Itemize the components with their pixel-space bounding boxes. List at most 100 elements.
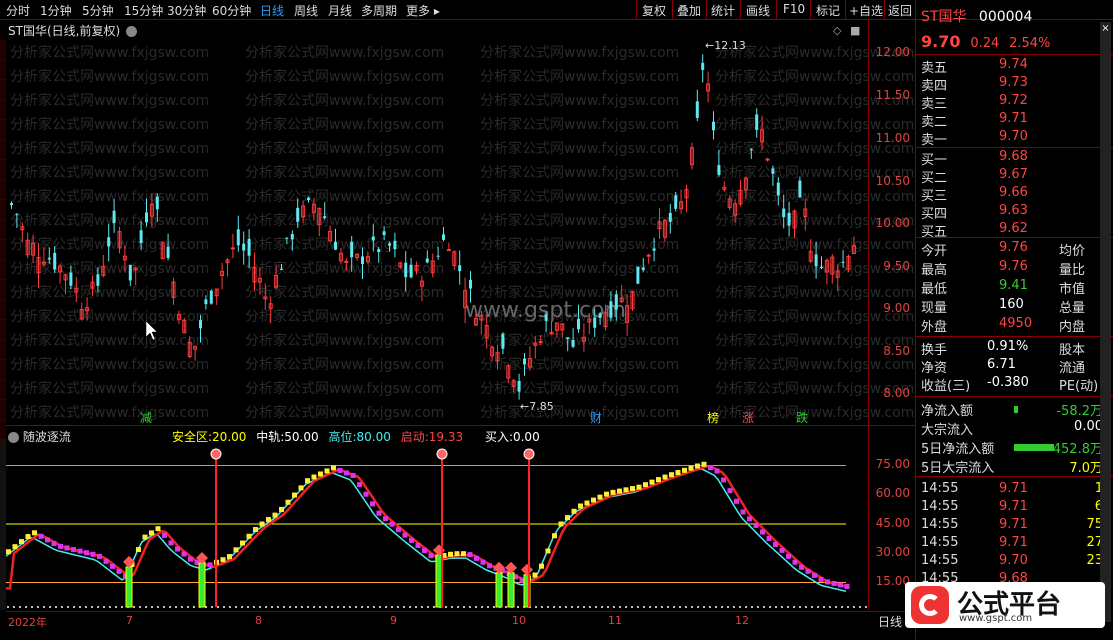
momentum-block (6, 549, 11, 555)
dropdown-icon[interactable] (125, 26, 137, 37)
chart-close-icon[interactable]: ■ (850, 24, 860, 37)
baseline-dot (109, 606, 111, 608)
baseline-dot (79, 606, 81, 608)
baseline-dot (223, 606, 225, 608)
sell-label: 卖一 (921, 133, 948, 148)
period-tab-15min[interactable]: 15分钟 (124, 2, 163, 19)
right-scrollbar[interactable]: × (1100, 22, 1111, 622)
momentum-block (344, 470, 349, 476)
buy-price: 9.66 (999, 185, 1028, 200)
candle-body (712, 121, 715, 131)
momentum-block (38, 533, 44, 539)
candle-body (798, 180, 802, 198)
event-marker-jian[interactable]: 减 (140, 409, 152, 426)
momentum-block (25, 534, 31, 540)
period-tab-60min[interactable]: 60分钟 (212, 2, 251, 19)
mark-button[interactable]: 标记 (816, 2, 840, 19)
candle-body (765, 158, 770, 161)
candle-body (771, 168, 775, 174)
baseline-dot (175, 606, 177, 608)
period-tab-daily[interactable]: 日线 (260, 2, 284, 19)
baseline-dot (649, 606, 651, 608)
candle-body (236, 229, 240, 246)
period-tab-weekly[interactable]: 周线 (294, 2, 318, 19)
momentum-block (747, 516, 752, 522)
baseline-dot (457, 606, 459, 608)
stat-row: 今开 9.76 均价 (921, 240, 1086, 259)
period-tab-multi[interactable]: 多周期 (361, 2, 397, 19)
baseline-dot (799, 606, 801, 608)
baseline-dot (811, 606, 813, 608)
buy-row: 买二 9.67 (921, 167, 1103, 186)
baseline-dot (49, 606, 51, 608)
baseline-dot (397, 606, 399, 608)
y-tick: 12.00 (875, 45, 910, 59)
y-tick: 8.00 (883, 386, 910, 400)
momentum-block (259, 521, 265, 527)
ind-y-tick: 45.00 (875, 516, 910, 530)
draw-button[interactable]: 画线 (746, 2, 770, 19)
start-signal-icon (436, 448, 448, 460)
baseline-dot (19, 606, 21, 608)
momentum-block (545, 548, 551, 554)
flow-value: 7.0万 (1069, 461, 1103, 476)
f10-button[interactable]: F10 (783, 2, 805, 16)
momentum-block (532, 572, 538, 578)
stats-button[interactable]: 统计 (711, 2, 735, 19)
momentum-block (298, 485, 304, 491)
momentum-block (428, 553, 434, 559)
candle-body (344, 260, 349, 263)
baseline-dot (487, 606, 489, 608)
candlestick-chart[interactable] (6, 38, 868, 423)
period-tab-5min[interactable]: 5分钟 (82, 2, 114, 19)
candle-body (577, 319, 580, 330)
period-tab-monthly[interactable]: 月线 (328, 2, 352, 19)
back-button[interactable]: 返回 (888, 2, 912, 19)
baseline-dot (805, 606, 807, 608)
baseline-dot (469, 606, 471, 608)
event-marker-die[interactable]: 跌 (796, 409, 808, 426)
buy-price: 9.63 (999, 203, 1028, 218)
momentum-block (844, 583, 850, 589)
event-marker-bang[interactable]: 榜 (707, 409, 719, 426)
candle-body (593, 317, 597, 328)
sell-price: 9.74 (999, 57, 1028, 72)
candle-body (307, 197, 310, 200)
event-marker-zhang[interactable]: 涨 (742, 409, 754, 426)
momentum-block (175, 546, 180, 552)
candle-body (776, 182, 780, 196)
baseline-dot (157, 606, 159, 608)
period-tab-more[interactable]: 更多 ▸ (406, 2, 440, 19)
candle-body (10, 203, 13, 206)
last-price: 9.70 (921, 32, 961, 51)
stock-code: 000004 (978, 9, 1033, 25)
period-indicator[interactable]: 日线 (878, 613, 902, 630)
candle-body (523, 358, 526, 365)
chart-settings-icon[interactable]: ◇ (833, 24, 841, 37)
baseline-dot (391, 606, 393, 608)
period-tab-fenshi[interactable]: 分时 (6, 2, 30, 19)
baseline-dot (151, 606, 153, 608)
adjust-button[interactable]: 复权 (642, 2, 666, 19)
momentum-block (246, 533, 252, 539)
gspt-logo: 公式平台 www.gspt.com (905, 582, 1105, 628)
period-tab-1min[interactable]: 1分钟 (40, 2, 72, 19)
candle-body (139, 230, 143, 244)
baseline-dot (367, 606, 369, 608)
overlay-button[interactable]: 叠加 (677, 2, 701, 19)
momentum-block (799, 564, 804, 570)
close-icon[interactable]: × (1101, 24, 1110, 34)
event-marker-cai[interactable]: 财 (590, 409, 602, 426)
add-watchlist-button[interactable]: +自选 (849, 2, 883, 19)
indicator-chart[interactable] (6, 442, 868, 610)
buy-signal-icon (521, 563, 533, 576)
baseline-dot (337, 606, 339, 608)
y-tick: 10.50 (875, 174, 910, 188)
momentum-block (610, 489, 616, 495)
period-tab-30min[interactable]: 30分钟 (167, 2, 206, 19)
baseline-dot (739, 606, 741, 608)
start-signal-icon (523, 448, 535, 460)
baseline-dot (277, 606, 279, 608)
candle-body (841, 261, 845, 263)
baseline-dot (403, 606, 405, 608)
